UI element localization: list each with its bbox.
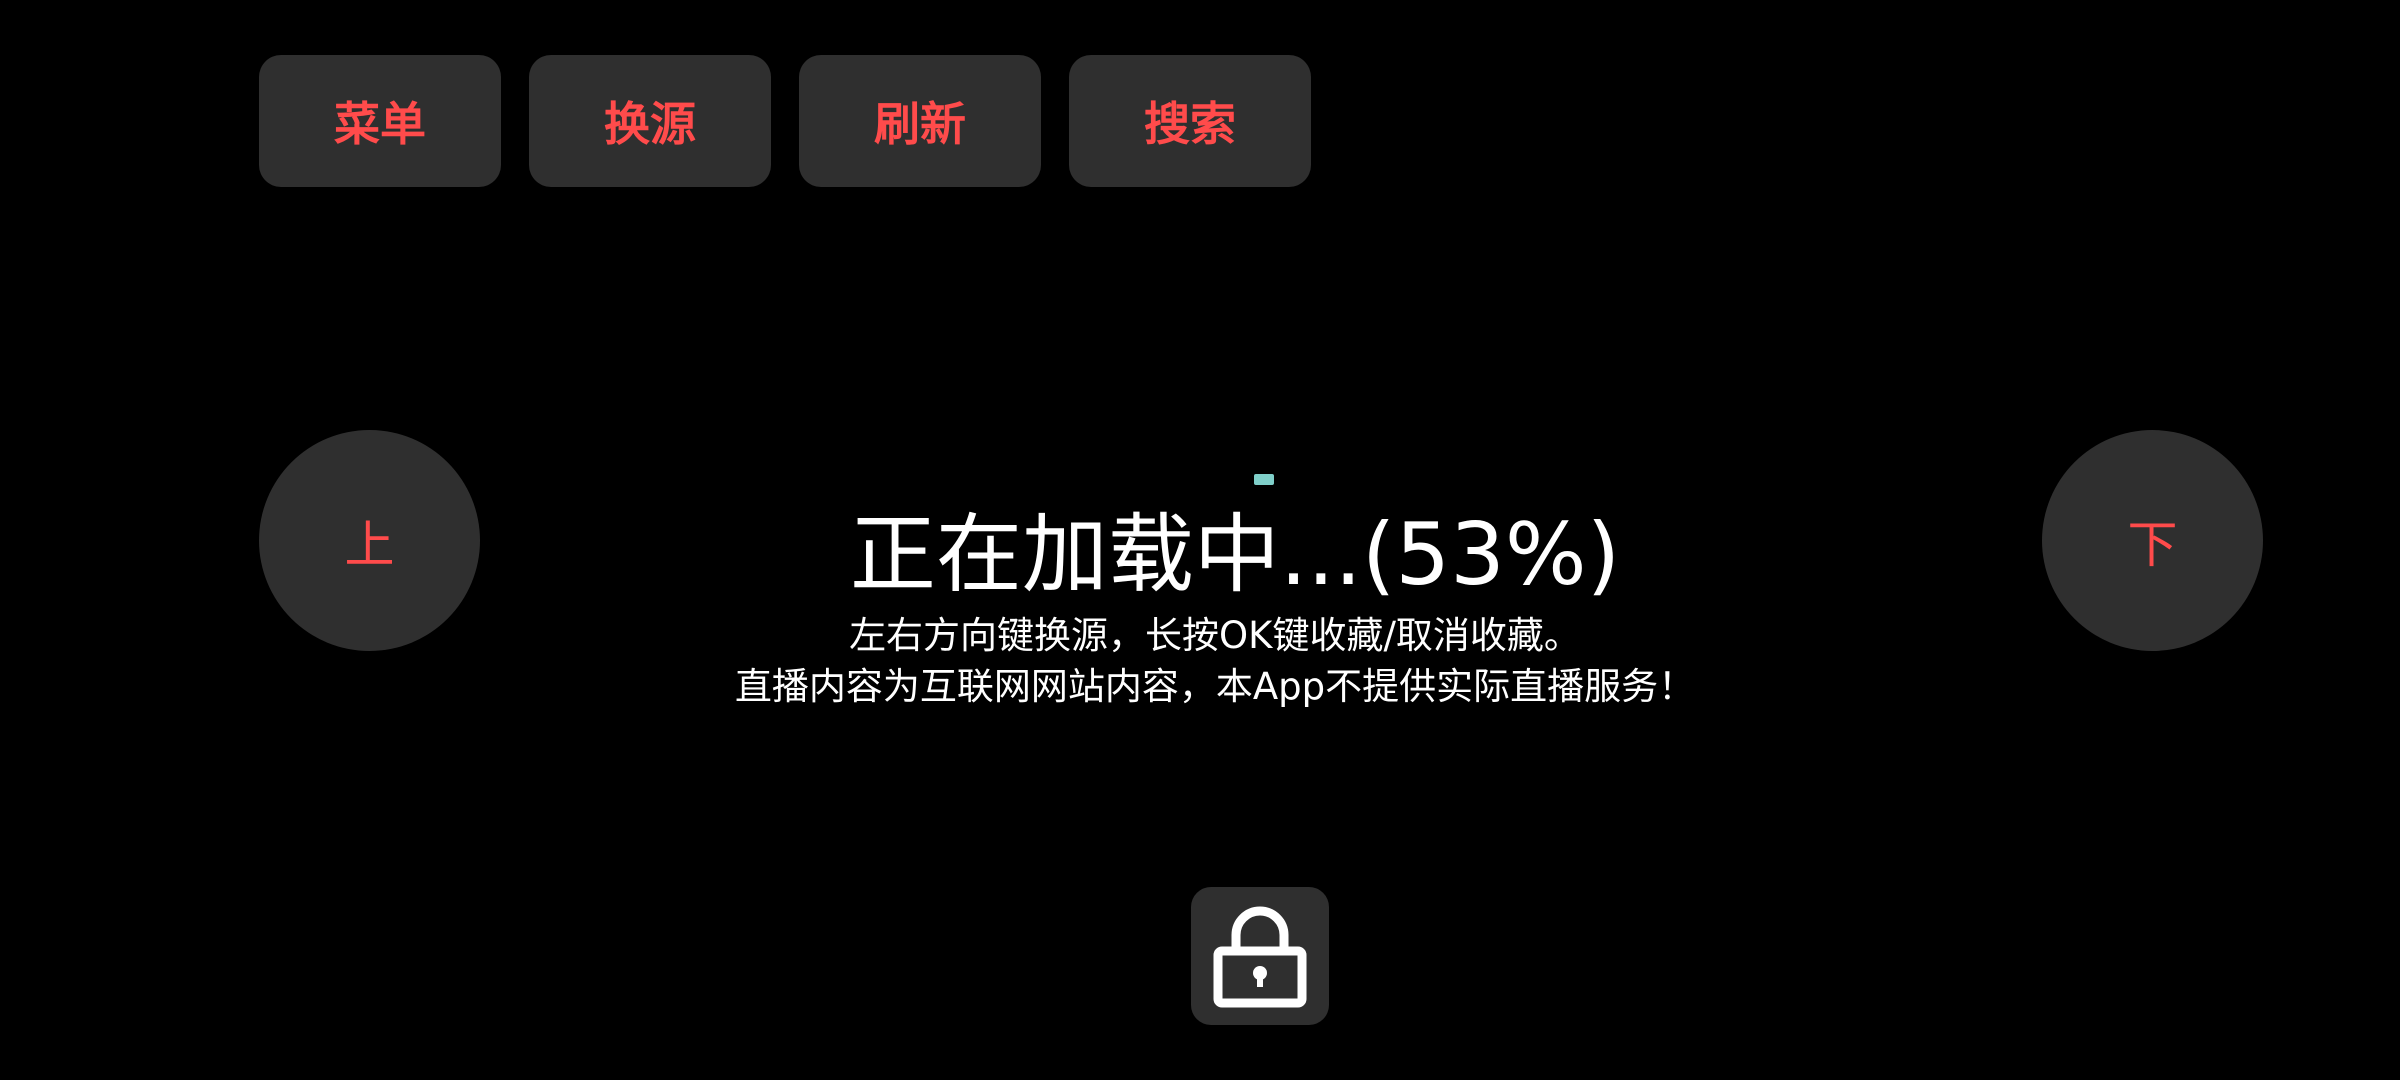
loading-spinner-icon [1254, 474, 1274, 485]
search-button[interactable]: 搜索 [1069, 55, 1311, 187]
hint-line-1: 左右方向键换源，长按OK键收藏/取消收藏。 [849, 614, 1581, 657]
lock-button[interactable] [1191, 887, 1329, 1025]
hint-line-2: 直播内容为互联网网站内容，本App不提供实际直播服务！ [734, 665, 1696, 708]
switch-source-button[interactable]: 换源 [529, 55, 771, 187]
loading-status-text: 正在加载中...(53%) [849, 505, 1621, 605]
refresh-button[interactable]: 刷新 [799, 55, 1041, 187]
top-toolbar: 菜单 换源 刷新 搜索 [259, 55, 1311, 187]
lock-icon [1213, 906, 1307, 1008]
menu-button[interactable]: 菜单 [259, 55, 501, 187]
